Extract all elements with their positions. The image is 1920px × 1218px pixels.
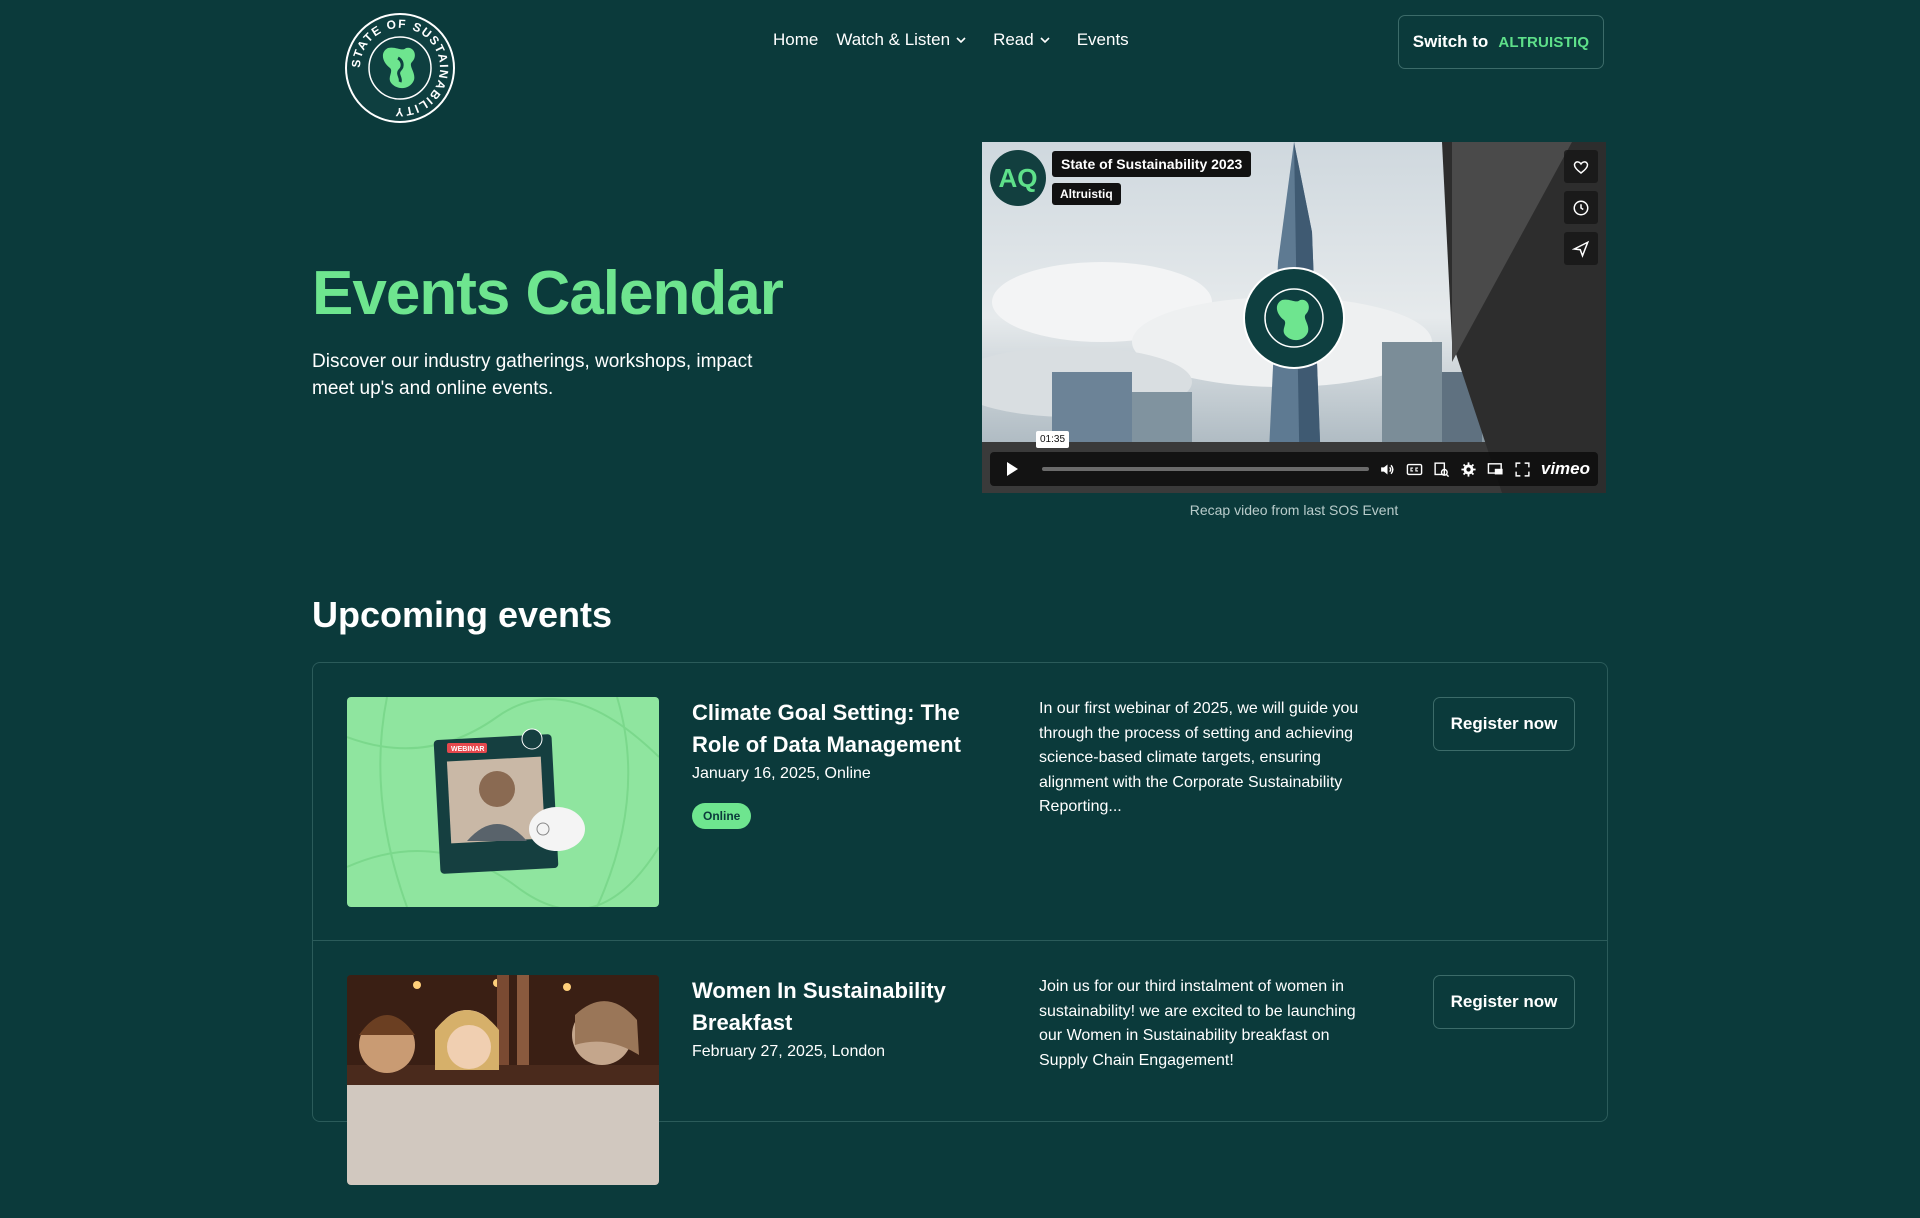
heart-icon	[1573, 160, 1589, 174]
share-button[interactable]	[1564, 232, 1598, 265]
page-title: Events Calendar	[312, 259, 784, 328]
event-date: January 16, 2025, Online	[692, 765, 871, 782]
event-title[interactable]: Women In Sustainability Breakfast	[692, 975, 992, 1039]
settings-gear-icon[interactable]	[1460, 461, 1477, 478]
video-time: 01:35	[1036, 431, 1070, 448]
register-now-button[interactable]: Register now	[1433, 975, 1575, 1029]
volume-icon[interactable]	[1379, 461, 1396, 478]
thumb-webinar-tag: WEBINAR	[451, 746, 484, 753]
clock-icon	[1573, 200, 1589, 215]
watch-later-button[interactable]	[1564, 191, 1598, 224]
site-logo[interactable]: STATE OF SUSTAINABILITY	[344, 12, 456, 124]
picture-in-picture-icon[interactable]	[1487, 461, 1504, 478]
captions-icon[interactable]	[1406, 461, 1423, 478]
transcript-icon[interactable]	[1433, 461, 1450, 478]
play-button[interactable]	[990, 452, 1034, 486]
switch-brand: ALTRUISTIQ	[1498, 33, 1590, 51]
page-subtitle: Discover our industry gatherings, worksh…	[312, 351, 753, 399]
event-item: Women In Sustainability Breakfast Februa…	[313, 941, 1607, 1218]
nav-watch-listen[interactable]: Watch & Listen	[836, 30, 967, 50]
control-icons: vimeo	[1379, 459, 1598, 479]
chevron-down-icon	[956, 37, 966, 44]
play-icon	[1007, 462, 1018, 476]
nav-events[interactable]: Events	[1077, 30, 1129, 50]
event-description: In our first webinar of 2025, we will gu…	[1039, 700, 1359, 815]
event-type-badge: Online	[692, 803, 752, 829]
fullscreen-icon[interactable]	[1514, 461, 1531, 478]
nav-watch-listen-label: Watch & Listen	[836, 30, 951, 49]
webinar-thumbnail-image: WEBINAR	[347, 697, 659, 907]
nav-home-label: Home	[773, 30, 819, 49]
vimeo-logo[interactable]: vimeo	[1541, 459, 1590, 479]
nav-home[interactable]: Home	[773, 30, 818, 50]
like-button[interactable]	[1564, 150, 1598, 183]
nav-events-label: Events	[1076, 30, 1129, 49]
event-title[interactable]: Climate Goal Setting: The Role of Data M…	[692, 697, 992, 761]
video-controls: 01:35 vimeo	[990, 431, 1598, 486]
nav-read-label: Read	[993, 30, 1034, 49]
events-list: WEBINAR Climate Goal Setting: The Role o…	[312, 662, 1608, 1185]
switch-label: Switch to	[1412, 32, 1489, 51]
channel-avatar[interactable]: AQ	[990, 150, 1046, 206]
video-side-actions	[1564, 150, 1598, 265]
send-icon	[1572, 240, 1590, 258]
video-logo-overlay	[1243, 267, 1345, 369]
video-owner[interactable]: Altruistiq	[1052, 183, 1121, 205]
nav-read[interactable]: Read	[993, 30, 1051, 50]
video-title[interactable]: State of Sustainability 2023	[1052, 151, 1252, 177]
register-now-button[interactable]: Register now	[1433, 697, 1575, 751]
breakfast-thumbnail-image	[347, 975, 659, 1185]
upcoming-events-heading: Upcoming events	[312, 594, 613, 635]
event-date: February 27, 2025, London	[692, 1043, 886, 1060]
video-player[interactable]: AQ State of Sustainability 2023 Altruist…	[982, 142, 1606, 493]
video-caption: Recap video from last SOS Event	[1189, 502, 1399, 518]
event-thumbnail[interactable]: WEBINAR	[347, 697, 659, 907]
video-progress-bar[interactable]: 01:35	[1036, 431, 1369, 471]
main-nav: Home Watch & Listen Read Events	[773, 30, 1129, 50]
switch-to-altruistiq-button[interactable]: Switch to ALTRUISTIQ	[1398, 15, 1604, 69]
chevron-down-icon	[1040, 37, 1050, 44]
event-item: WEBINAR Climate Goal Setting: The Role o…	[313, 663, 1607, 941]
event-thumbnail[interactable]	[347, 975, 659, 1185]
event-description: Join us for our third instalment of wome…	[1039, 978, 1356, 1069]
